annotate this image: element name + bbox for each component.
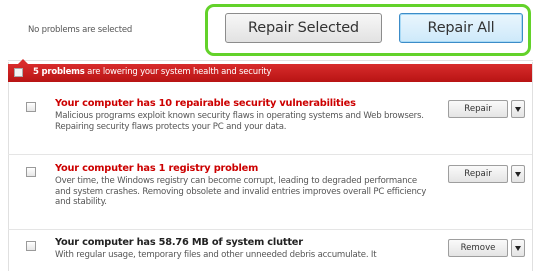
row-divider bbox=[8, 229, 532, 230]
problem-title: Your computer has 58.76 MB of system clu… bbox=[55, 237, 303, 248]
select-all-checkbox[interactable] bbox=[14, 68, 23, 77]
problem-row-registry: Your computer has 1 registry problem Ove… bbox=[8, 163, 532, 223]
action-toolbar: No problems are selected Repair Selected… bbox=[0, 0, 538, 62]
repair-all-button[interactable]: Repair All bbox=[399, 13, 523, 43]
summary-text: 5 problems are lowering your system heal… bbox=[33, 67, 272, 77]
selection-status-text: No problems are selected bbox=[28, 25, 133, 35]
action-dropdown-button[interactable] bbox=[511, 239, 525, 257]
repair-selected-button[interactable]: Repair Selected bbox=[225, 13, 382, 43]
problem-checkbox[interactable] bbox=[26, 241, 36, 251]
problem-description: Over time, the Windows registry can beco… bbox=[55, 176, 427, 207]
problem-title: Your computer has 10 repairable security… bbox=[55, 98, 356, 109]
summary-rest-text: are lowering your system health and secu… bbox=[84, 67, 272, 77]
problem-title: Your computer has 1 registry problem bbox=[55, 163, 259, 174]
notch-indicator bbox=[18, 59, 28, 64]
chevron-down-icon bbox=[515, 106, 521, 112]
problem-count: 5 problems bbox=[33, 67, 85, 77]
row-divider bbox=[8, 154, 532, 155]
toolbar-divider bbox=[8, 60, 533, 61]
chevron-down-icon bbox=[515, 245, 521, 251]
remove-button[interactable]: Remove bbox=[448, 239, 508, 257]
problem-checkbox[interactable] bbox=[26, 167, 36, 177]
problems-summary-bar: 5 problems are lowering your system heal… bbox=[8, 59, 532, 82]
problem-description: Malicious programs exploit known securit… bbox=[55, 111, 424, 132]
action-dropdown-button[interactable] bbox=[511, 165, 525, 183]
chevron-down-icon bbox=[515, 171, 521, 177]
problem-row-security: Your computer has 10 repairable security… bbox=[8, 98, 532, 148]
action-dropdown-button[interactable] bbox=[511, 100, 525, 118]
problem-checkbox[interactable] bbox=[26, 102, 36, 112]
problem-description: With regular usage, temporary files and … bbox=[55, 250, 377, 260]
repair-button[interactable]: Repair bbox=[448, 100, 508, 118]
problem-row-clutter: Your computer has 58.76 MB of system clu… bbox=[8, 237, 532, 277]
repair-button[interactable]: Repair bbox=[448, 165, 508, 183]
